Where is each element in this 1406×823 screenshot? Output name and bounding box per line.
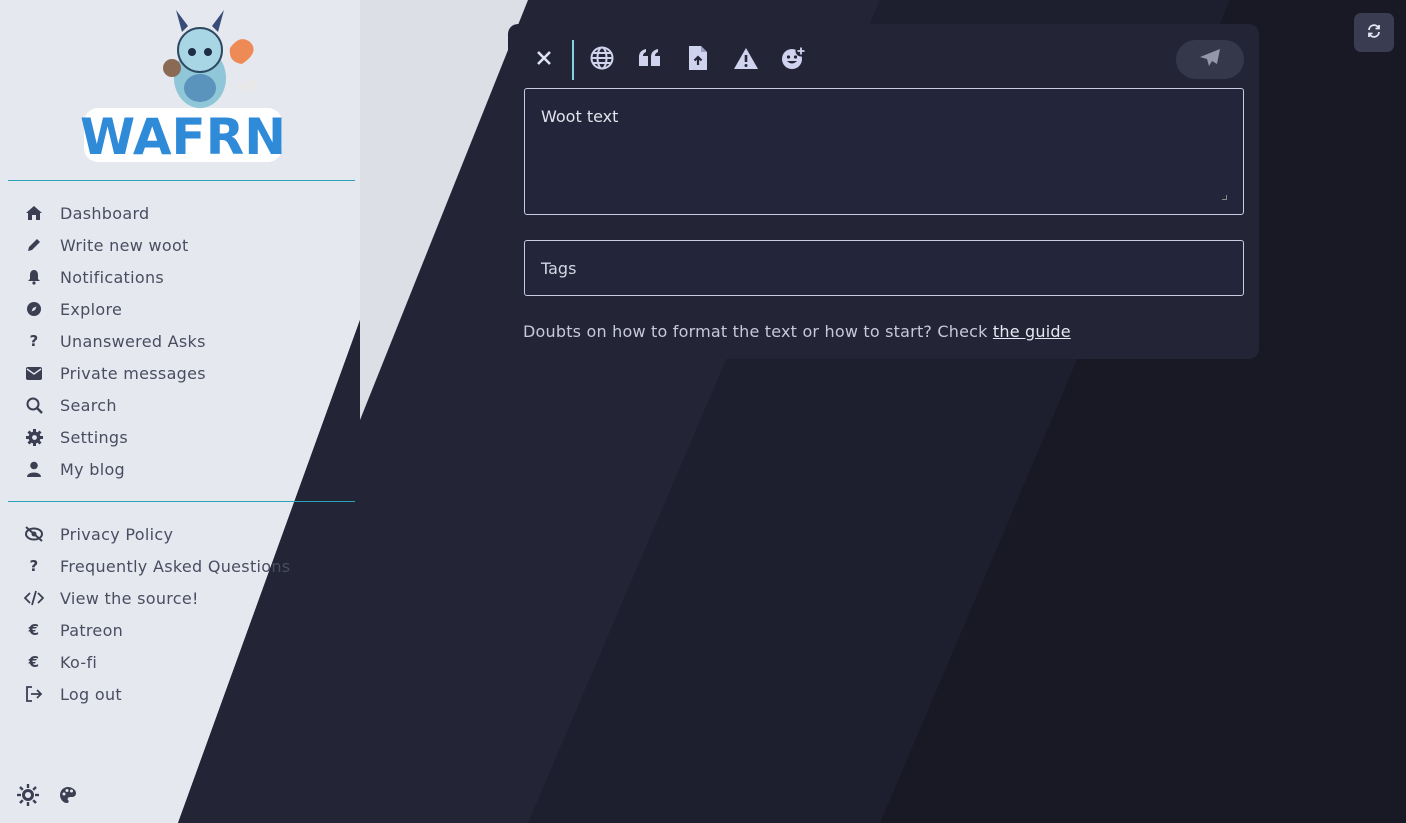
- nav-item-explore[interactable]: Explore: [0, 293, 360, 325]
- nav-item-private-messages[interactable]: Private messages: [0, 357, 360, 389]
- bell-icon: [24, 267, 44, 287]
- nav-item-patreon[interactable]: € Patreon: [0, 614, 360, 646]
- palette-icon[interactable]: [56, 783, 80, 807]
- question-icon: ?: [29, 332, 39, 350]
- eye-slash-icon: [24, 524, 44, 544]
- tags-placeholder: Tags: [541, 258, 577, 278]
- close-icon: [536, 50, 552, 70]
- refresh-icon: [1367, 23, 1381, 42]
- nav-item-my-blog[interactable]: My blog: [0, 453, 360, 485]
- nav-item-unanswered-asks[interactable]: ? Unanswered Asks: [0, 325, 360, 357]
- compass-icon: [24, 299, 44, 319]
- refresh-button[interactable]: [1354, 13, 1394, 52]
- nav-item-privacy-policy[interactable]: Privacy Policy: [0, 518, 360, 550]
- divider: [8, 180, 355, 181]
- pencil-icon: [24, 235, 44, 255]
- nav-item-faq[interactable]: ? Frequently Asked Questions: [0, 550, 360, 582]
- sidebar: WAFRN Dashboard Write new woot Notificat…: [0, 0, 360, 823]
- secondary-nav: Privacy Policy ? Frequently Asked Questi…: [0, 518, 360, 710]
- search-icon: [24, 395, 44, 415]
- sidebar-bottom-icons: [16, 783, 80, 807]
- quote-button[interactable]: [630, 40, 670, 80]
- logo-text: WAFRN: [80, 108, 286, 166]
- paper-plane-icon: [1199, 48, 1221, 72]
- wafrn-logo[interactable]: WAFRN: [80, 8, 286, 166]
- privacy-button[interactable]: [582, 40, 622, 80]
- file-upload-icon: [689, 46, 707, 74]
- editor-toolbar: [524, 40, 1244, 80]
- woot-text-input[interactable]: Woot text: [524, 88, 1244, 215]
- send-button[interactable]: [1176, 40, 1244, 79]
- upload-file-button[interactable]: [678, 40, 718, 80]
- user-icon: [24, 459, 44, 479]
- tags-input[interactable]: Tags: [524, 240, 1244, 296]
- woot-text-placeholder: Woot text: [541, 107, 619, 126]
- home-icon: [24, 203, 44, 223]
- main-nav: Dashboard Write new woot Notifications E…: [0, 197, 360, 485]
- euro-icon: €: [28, 621, 40, 639]
- nav-item-search[interactable]: Search: [0, 389, 360, 421]
- euro-icon: €: [28, 653, 40, 671]
- nav-item-ko-fi[interactable]: € Ko-fi: [0, 646, 360, 678]
- divider: [8, 501, 355, 502]
- guide-link[interactable]: the guide: [993, 322, 1071, 341]
- globe-icon: [590, 46, 614, 74]
- question-icon: ?: [29, 557, 39, 575]
- sun-icon[interactable]: [16, 783, 40, 807]
- add-emoji-button[interactable]: [774, 40, 814, 80]
- code-icon: [24, 588, 44, 608]
- emoji-add-icon: [781, 45, 807, 75]
- close-button[interactable]: [524, 40, 564, 80]
- gear-icon: [24, 427, 44, 447]
- help-text: Doubts on how to format the text or how …: [523, 322, 1071, 341]
- nav-item-view-source[interactable]: View the source!: [0, 582, 360, 614]
- envelope-icon: [24, 363, 44, 383]
- content-warning-button[interactable]: [726, 40, 766, 80]
- toolbar-separator: [572, 40, 574, 80]
- logout-icon: [24, 684, 44, 704]
- nav-item-settings[interactable]: Settings: [0, 421, 360, 453]
- quote-icon: [639, 49, 661, 71]
- nav-item-log-out[interactable]: Log out: [0, 678, 360, 710]
- nav-item-notifications[interactable]: Notifications: [0, 261, 360, 293]
- resize-handle[interactable]: [1222, 195, 1227, 200]
- nav-item-dashboard[interactable]: Dashboard: [0, 197, 360, 229]
- warning-icon: [733, 47, 759, 74]
- new-woot-editor: Woot text Tags Doubts on how to format t…: [508, 24, 1259, 359]
- nav-item-write-new-woot[interactable]: Write new woot: [0, 229, 360, 261]
